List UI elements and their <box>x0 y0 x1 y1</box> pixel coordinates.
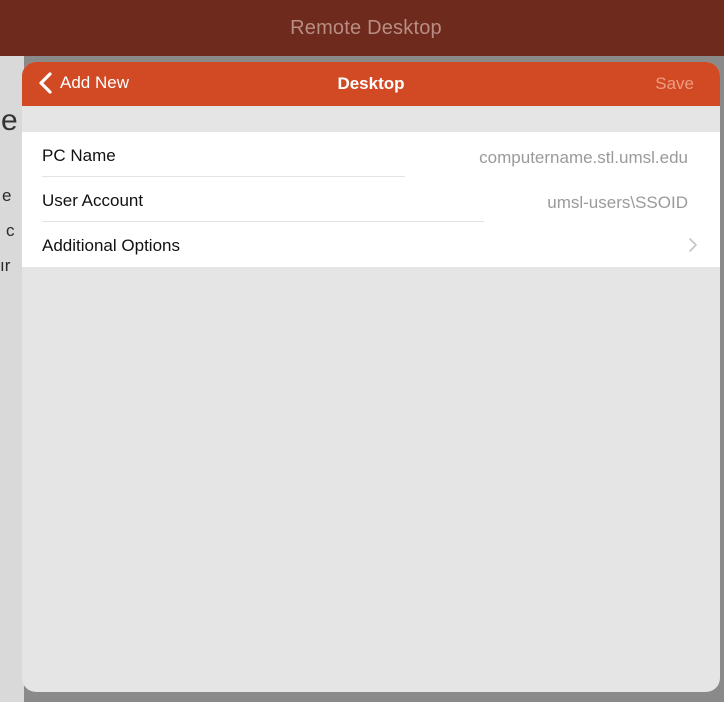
desktop-sheet: Add New Desktop Save PC Name computernam… <box>22 62 720 692</box>
pc-name-row[interactable]: PC Name computername.stl.umsl.edu <box>22 132 720 177</box>
user-account-label: User Account <box>42 191 144 210</box>
user-account-field[interactable]: umsl-users\SSOID <box>368 193 688 213</box>
chevron-right-icon <box>689 238 697 252</box>
background-text-fragment: c <box>6 221 15 240</box>
background-content <box>0 56 24 702</box>
back-button[interactable]: Add New <box>36 71 129 95</box>
user-account-row[interactable]: User Account umsl-users\SSOID <box>22 177 720 222</box>
pc-name-field[interactable]: computername.stl.umsl.edu <box>368 148 688 168</box>
background-text-fragment: ır <box>0 256 11 275</box>
additional-options-label: Additional Options <box>42 236 180 255</box>
save-button[interactable]: Save <box>655 74 694 94</box>
settings-form: PC Name computername.stl.umsl.edu User A… <box>22 132 720 267</box>
app-header: Remote Desktop <box>0 0 724 56</box>
app-title: Remote Desktop <box>290 16 442 39</box>
back-button-label: Add New <box>60 73 129 92</box>
additional-options-row[interactable]: Additional Options <box>22 222 720 267</box>
background-text-fragment: e <box>1 104 18 137</box>
screen: Remote Desktop e e c ır Add New Desktop … <box>0 0 724 702</box>
pc-name-label: PC Name <box>42 146 116 165</box>
chevron-left-icon <box>39 72 52 94</box>
background-text-fragment: e <box>2 186 12 205</box>
sheet-nav-bar: Add New Desktop Save <box>22 62 720 106</box>
